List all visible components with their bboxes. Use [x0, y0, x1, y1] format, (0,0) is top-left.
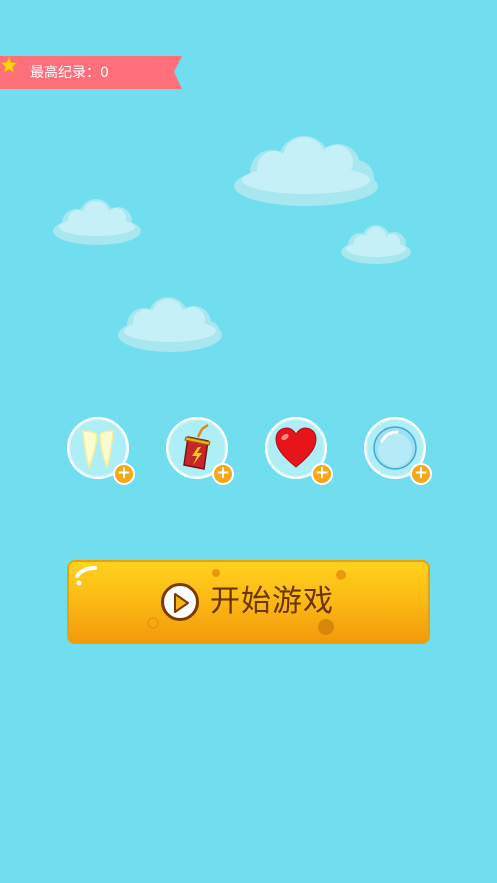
cloud-large: [234, 136, 378, 206]
powerup-energy-drink[interactable]: +: [166, 417, 234, 485]
add-energy-drink-button[interactable]: +: [212, 463, 234, 485]
powerup-heart[interactable]: +: [265, 417, 333, 485]
play-triangle: [174, 593, 189, 613]
start-game-label: 开始游戏: [210, 584, 334, 619]
play-icon: [161, 583, 199, 621]
cloud-small-right: [341, 225, 411, 264]
powerup-bubble[interactable]: +: [364, 417, 432, 485]
highscore-ribbon: 最高纪录：0: [0, 56, 182, 89]
highscore-value: 0: [100, 65, 109, 81]
highscore-label: 最高纪录：: [30, 65, 100, 81]
cloud-medium: [118, 297, 222, 352]
start-game-button[interactable]: 开始游戏: [67, 560, 430, 644]
highscore-text: 最高纪录：0: [30, 63, 109, 83]
star-icon: [0, 56, 18, 74]
add-heart-button[interactable]: +: [311, 463, 333, 485]
cloud-small-left: [53, 199, 141, 245]
powerup-fangs[interactable]: +: [67, 417, 135, 485]
add-bubble-button[interactable]: +: [410, 463, 432, 485]
add-fangs-button[interactable]: +: [113, 463, 135, 485]
